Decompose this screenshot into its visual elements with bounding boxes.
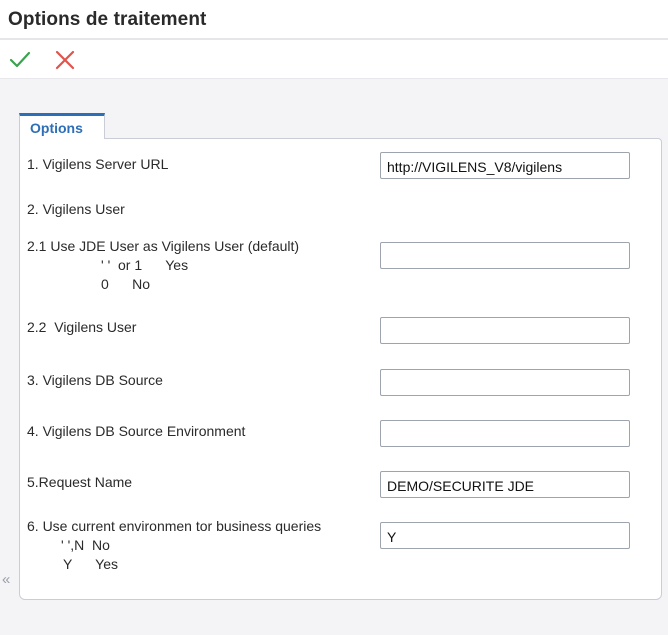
ok-button[interactable] bbox=[8, 48, 32, 72]
toolbar bbox=[0, 40, 668, 78]
title-bar: Options de traitement bbox=[0, 0, 668, 38]
vigilens-user-label: 2.2 Vigilens User bbox=[27, 319, 137, 335]
current-env-label: 6. Use current environmen tor business q… bbox=[27, 518, 322, 534]
server-url-label: 1. Vigilens Server URL bbox=[27, 156, 169, 172]
db-source-env-input[interactable] bbox=[380, 420, 630, 447]
request-name-input[interactable] bbox=[380, 471, 630, 498]
toolbar-divider bbox=[0, 78, 668, 79]
close-icon bbox=[55, 50, 75, 70]
use-jde-user-label: 2.1 Use JDE User as Vigilens User (defau… bbox=[27, 238, 300, 254]
request-name-label: 5.Request Name bbox=[27, 474, 133, 490]
tab-options-label: Options bbox=[30, 120, 83, 136]
checkmark-icon bbox=[9, 51, 31, 68]
use-jde-user-input[interactable] bbox=[380, 242, 630, 269]
current-env-input[interactable] bbox=[380, 522, 630, 549]
db-source-input[interactable] bbox=[380, 369, 630, 396]
vigilens-user-input[interactable] bbox=[380, 317, 630, 344]
db-source-label: 3. Vigilens DB Source bbox=[27, 372, 163, 388]
current-env-hint-yes: Y Yes bbox=[63, 556, 119, 572]
use-jde-user-hint-yes: ' ' or 1 Yes bbox=[101, 257, 189, 273]
vigilens-user-heading: 2. Vigilens User bbox=[27, 201, 125, 217]
use-jde-user-hint-no: 0 No bbox=[101, 276, 151, 292]
tab-options[interactable]: Options bbox=[19, 113, 105, 139]
db-source-env-label: 4. Vigilens DB Source Environment bbox=[27, 423, 246, 439]
server-url-input[interactable] bbox=[380, 152, 630, 179]
collapse-left-icon[interactable]: « bbox=[2, 572, 10, 587]
current-env-hint-no: ' ',N No bbox=[61, 537, 110, 553]
page-title: Options de traitement bbox=[8, 9, 207, 30]
cancel-button[interactable] bbox=[53, 48, 77, 72]
